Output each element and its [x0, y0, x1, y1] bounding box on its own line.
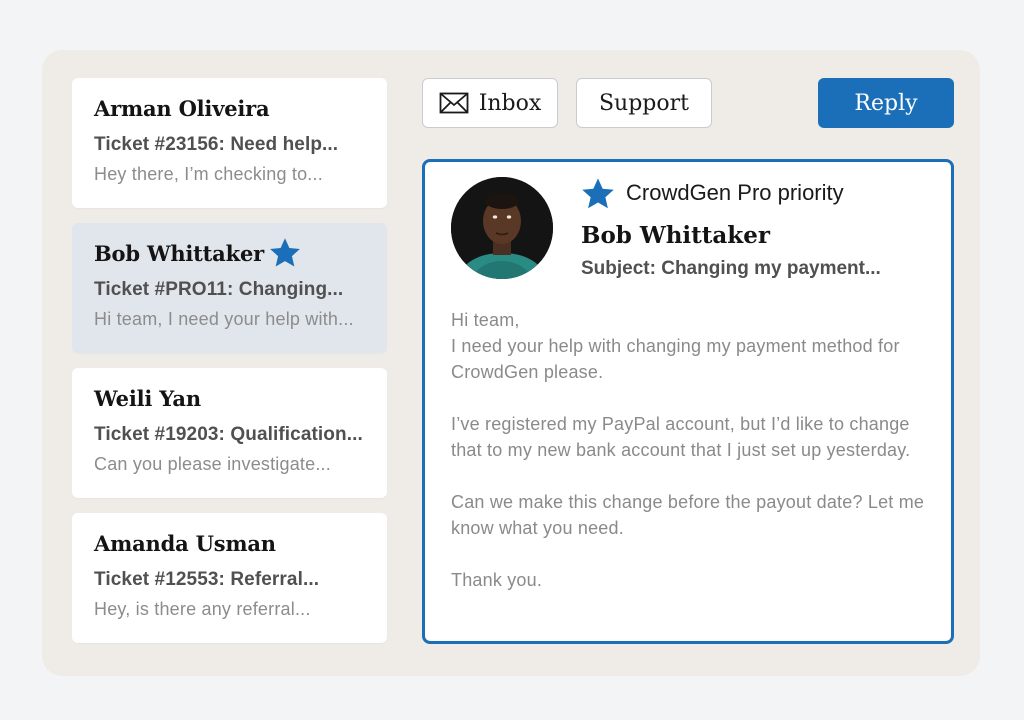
- inbox-label: Inbox: [478, 90, 542, 116]
- ticket-subject: Ticket #12553: Referral...: [94, 569, 320, 590]
- message-paragraph: Can we make this change before the payou…: [451, 492, 925, 538]
- envelope-icon: [439, 92, 469, 114]
- reply-button[interactable]: Reply: [818, 78, 954, 128]
- message-body: Hi team, I need your help with changing …: [451, 307, 941, 619]
- message-subject: Subject: Changing my payment...: [581, 258, 881, 279]
- ticket-subject: Ticket #PRO11: Changing...: [94, 279, 344, 300]
- support-label: Support: [598, 90, 689, 116]
- ticket-sender-name: Amanda Usman: [94, 531, 276, 556]
- support-button[interactable]: Support: [576, 78, 712, 128]
- ticket-subject: Ticket #23156: Need help...: [94, 134, 339, 155]
- ticket-sender-name: Bob Whittaker: [94, 241, 264, 266]
- ticket-item[interactable]: Amanda Usman Ticket #12553: Referral... …: [72, 513, 387, 643]
- ticket-preview: Can you please investigate...: [94, 454, 331, 474]
- star-icon: [270, 238, 300, 267]
- message-detail: CrowdGen Pro priority Bob Whittaker Subj…: [422, 159, 954, 644]
- avatar: [451, 177, 553, 279]
- priority-label: CrowdGen Pro priority: [626, 180, 844, 205]
- avatar-photo: [451, 177, 553, 279]
- ticket-sender-name: Arman Oliveira: [94, 96, 270, 121]
- ticket-preview: Hey, is there any referral...: [94, 599, 311, 619]
- ticket-item-selected[interactable]: Bob Whittaker Ticket #PRO11: Changing...…: [72, 223, 387, 353]
- ticket-item[interactable]: Weili Yan Ticket #19203: Qualification..…: [72, 368, 387, 498]
- ticket-item[interactable]: Arman Oliveira Ticket #23156: Need help.…: [72, 78, 387, 208]
- message-paragraph: Hi team, I need your help with changing …: [451, 310, 900, 382]
- ticket-preview: Hi team, I need your help with...: [94, 309, 354, 329]
- reply-label: Reply: [854, 90, 918, 116]
- star-icon: [582, 178, 614, 209]
- message-paragraph: I’ve registered my PayPal account, but I…: [451, 414, 911, 460]
- ticket-preview: Hey there, I’m checking to...: [94, 164, 323, 184]
- ticket-subject: Ticket #19203: Qualification...: [94, 424, 363, 445]
- message-sender-name: Bob Whittaker: [581, 222, 770, 249]
- ticket-sender-name: Weili Yan: [94, 386, 201, 411]
- inbox-button[interactable]: Inbox: [422, 78, 558, 128]
- message-paragraph: Thank you.: [451, 570, 543, 590]
